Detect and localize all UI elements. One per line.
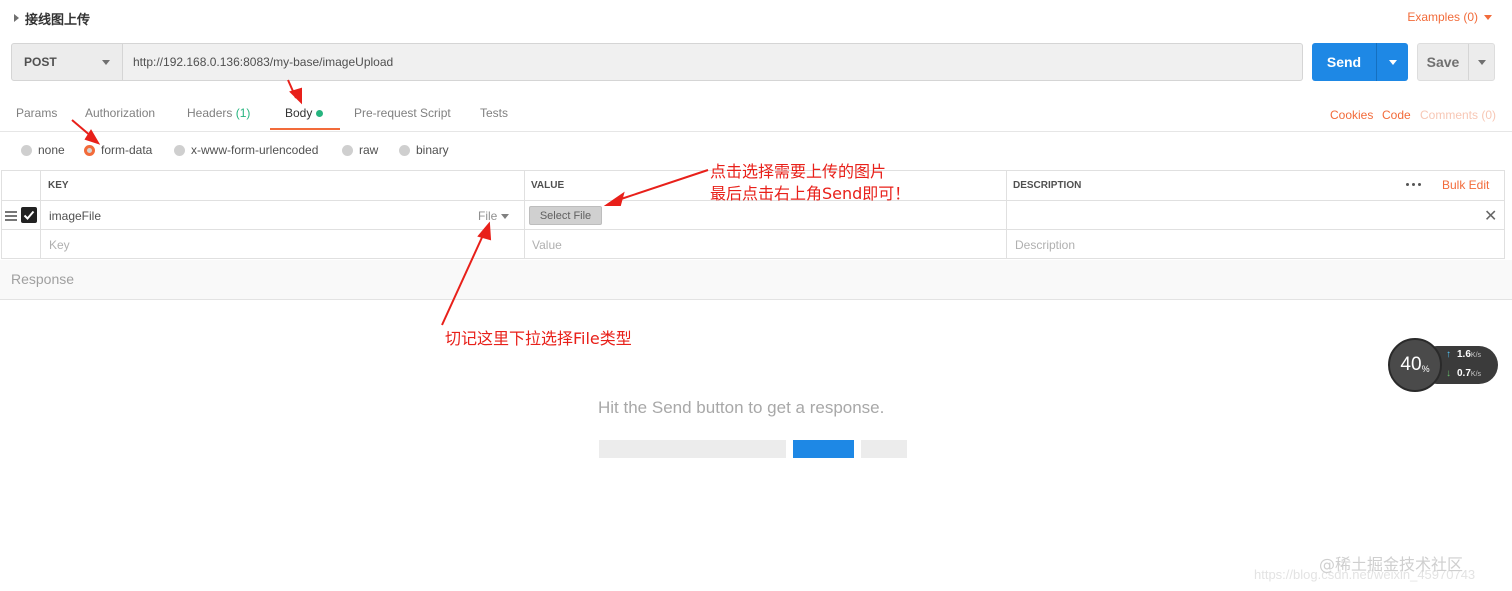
upload-speed: ↑ 1.6K/s — [1446, 349, 1481, 360]
speed-unit: K/s — [1470, 352, 1482, 359]
usage-percent-unit: % — [1421, 364, 1430, 374]
annotation-arrows — [71, 79, 709, 326]
download-speed: ↓ 0.7K/s — [1446, 368, 1481, 379]
usage-circle: 40 % — [1388, 338, 1442, 392]
arrow-down-icon: ↓ — [1446, 368, 1451, 379]
arrow-head — [289, 87, 302, 105]
arrow-head — [603, 191, 625, 206]
annotation-line: 点击选择需要上传的图片 — [710, 162, 887, 181]
speed-unit: K/s — [1470, 371, 1482, 378]
annotation-value-note: 点击选择需要上传的图片 最后点击右上角Send即可！ — [710, 161, 910, 205]
arrow-to-select-file — [617, 169, 709, 201]
upload-speed-value: 1.6 — [1457, 349, 1471, 360]
arrow-head — [477, 221, 492, 241]
watermark-brand: @稀土掘金技术社区 — [1319, 555, 1464, 574]
network-speed-widget[interactable]: 40 % ↑ 1.6K/s ↓ 0.7K/s — [1388, 338, 1498, 392]
arrow-up-icon: ↑ — [1446, 349, 1451, 360]
annotation-type-note: 切记这里下拉选择File类型 — [445, 329, 632, 348]
download-speed-value: 0.7 — [1457, 368, 1471, 379]
usage-percent: 40 — [1400, 354, 1422, 375]
annotation-line: 最后点击右上角Send即可！ — [710, 184, 911, 203]
arrow-to-file-type — [441, 232, 485, 326]
